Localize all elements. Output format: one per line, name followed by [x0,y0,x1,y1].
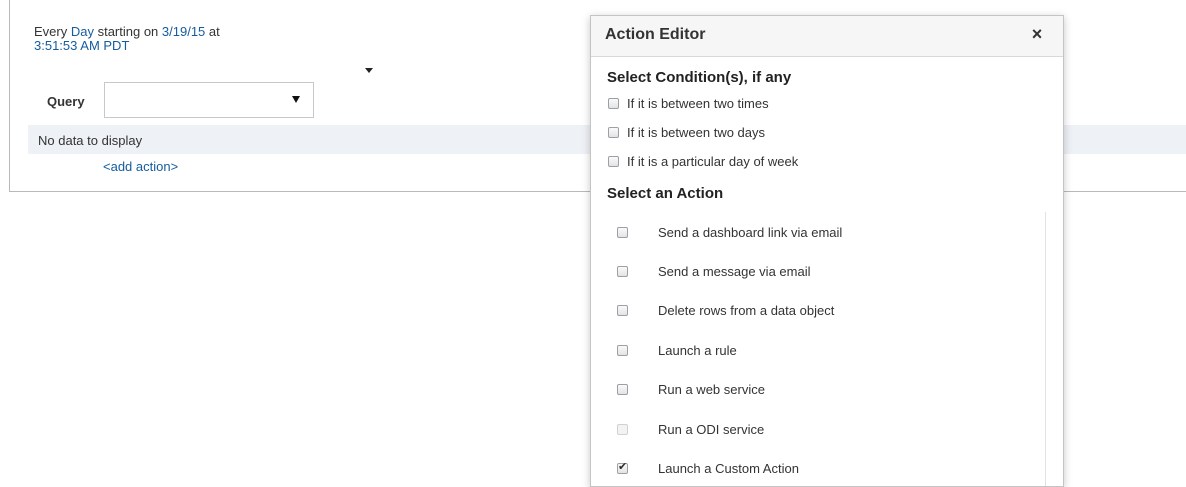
start-date-link[interactable]: 3/19/15 [162,24,205,39]
action-launch-custom-action[interactable]: Launch a Custom Action [617,460,799,476]
action-label: Send a message via email [658,263,811,279]
action-run-web-service[interactable]: Run a web service [617,381,765,397]
add-action-link[interactable]: <add action> [103,159,178,174]
actions-list[interactable]: Send a dashboard link via email Send a m… [591,212,1046,486]
conditions-heading: Select Condition(s), if any [607,69,792,86]
empty-table-message: No data to display [38,133,143,148]
condition-label: If it is between two times [627,95,769,111]
close-icon[interactable]: × [1027,24,1047,44]
query-select[interactable] [104,82,314,118]
frequency-link[interactable]: Day [71,24,94,39]
condition-checkbox[interactable] [608,155,619,167]
condition-between-times[interactable]: If it is between two times [608,95,769,111]
schedule-suffix: at [205,24,220,39]
condition-label: If it is a particular day of week [627,153,799,169]
action-checkbox[interactable] [617,344,628,356]
action-delete-rows[interactable]: Delete rows from a data object [617,302,834,318]
action-checkbox[interactable] [617,304,628,316]
action-launch-rule[interactable]: Launch a rule [617,342,737,358]
dialog-title: Action Editor [605,26,706,43]
action-checkbox[interactable] [617,383,628,395]
condition-checkbox[interactable] [608,97,619,109]
condition-between-days[interactable]: If it is between two days [608,124,765,140]
action-label: Delete rows from a data object [658,302,835,318]
action-checkbox[interactable] [617,460,628,474]
action-label: Launch a Custom Action [658,460,799,476]
schedule-prefix: Every [34,24,71,39]
action-editor-dialog: Action Editor × Select Condition(s), if … [590,15,1064,487]
dialog-header: Action Editor × [591,16,1063,57]
chevron-down-icon[interactable] [365,68,373,73]
query-label: Query [47,94,85,109]
action-label: Launch a rule [658,342,737,358]
condition-label: If it is between two days [627,124,766,140]
action-label: Send a dashboard link via email [658,224,843,240]
action-label: Run a ODI service [658,421,765,437]
query-dropdown-icon[interactable] [292,96,300,103]
condition-day-of-week[interactable]: If it is a particular day of week [608,153,798,169]
action-run-odi-service[interactable]: Run a ODI service [617,421,764,437]
condition-checkbox[interactable] [608,126,619,138]
action-message-email[interactable]: Send a message via email [617,263,810,279]
action-dashboard-link-email[interactable]: Send a dashboard link via email [617,224,842,240]
action-checkbox[interactable] [617,265,628,277]
action-checkbox [617,423,628,435]
schedule-summary: Every Day starting on 3/19/15 at 3:51:53… [34,25,334,53]
action-label: Run a web service [658,381,765,397]
start-time-link[interactable]: 3:51:53 AM PDT [34,38,129,53]
action-checkbox[interactable] [617,226,628,238]
schedule-middle: starting on [93,24,162,39]
actions-heading: Select an Action [607,185,724,202]
